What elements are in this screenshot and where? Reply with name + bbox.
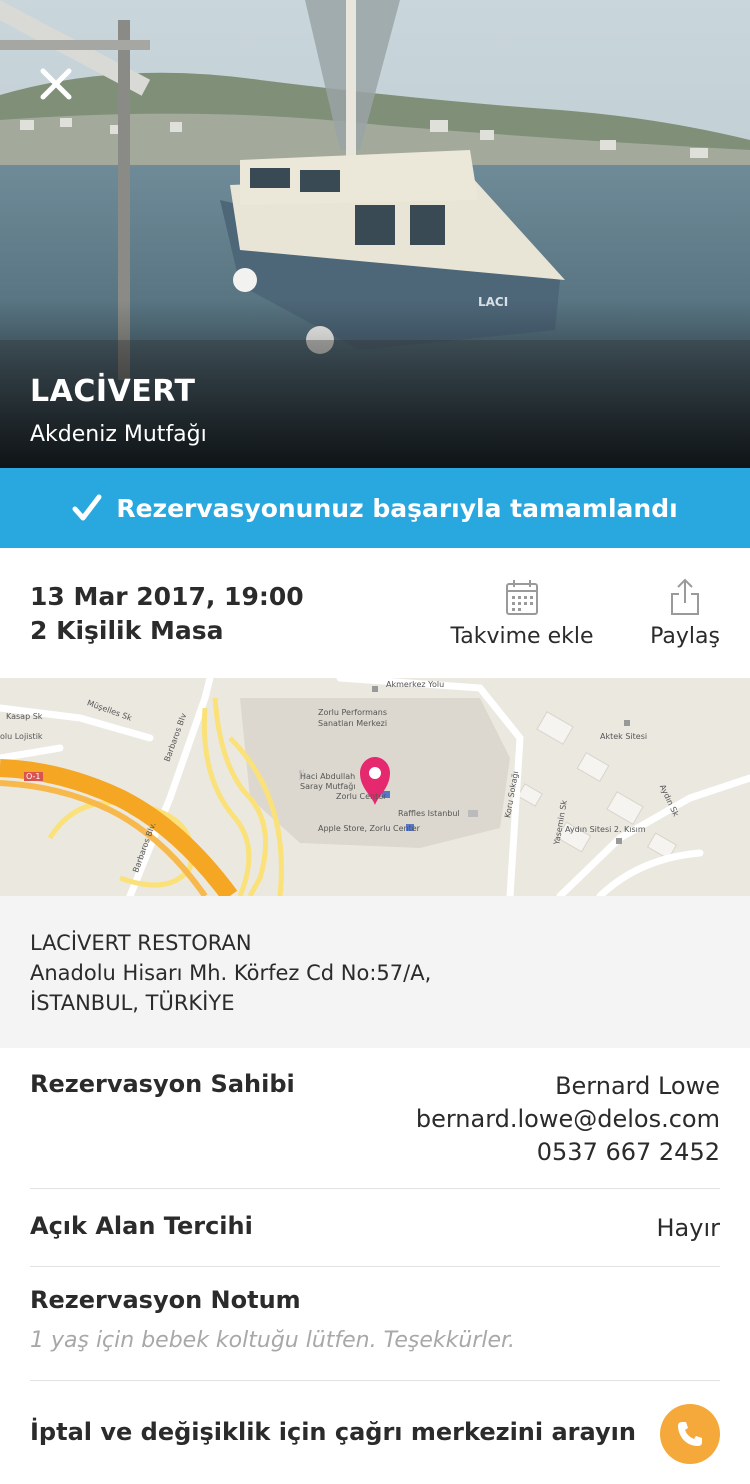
address-city: İSTANBUL, TÜRKİYE (30, 991, 235, 1015)
success-banner: Rezervasyonunuz başarıyla tamamlandı (0, 468, 750, 548)
call-center-label: İptal ve değişiklik için çağrı merkezini… (30, 1418, 636, 1446)
call-button[interactable] (660, 1404, 720, 1464)
call-center-section: İptal ve değişiklik için çağrı merkezini… (30, 1418, 720, 1446)
map-label: O-1 (24, 772, 43, 781)
map-label: Apple Store, Zorlu Center (318, 824, 420, 833)
map-label: Haci Abdullah (300, 772, 356, 781)
owner-label: Rezervasyon Sahibi (30, 1070, 295, 1098)
calendar-icon (506, 580, 538, 615)
map-label: Zorlu Performans (318, 708, 388, 717)
map-label: olu Lojistik (0, 732, 43, 741)
close-icon[interactable] (36, 64, 76, 104)
reservation-datetime: 13 Mar 2017, 19:00 (30, 582, 304, 611)
share-icon (671, 578, 699, 615)
map-label: Kasap Sk (6, 712, 43, 721)
add-to-calendar-label: Takvime ekle (450, 624, 594, 649)
reservation-summary: 13 Mar 2017, 19:00 2 Kişilik Masa Takvim… (0, 548, 750, 678)
map-label: Zorlu Center (336, 792, 387, 801)
map-label: Aktek Sitesi (600, 732, 648, 741)
outdoor-label: Açık Alan Tercihi (30, 1212, 253, 1240)
address-block: LACİVERT RESTORAN Anadolu Hisarı Mh. Kör… (0, 896, 750, 1048)
map-label: Akmerkez Yolu (386, 680, 445, 689)
restaurant-name: LACİVERT (30, 374, 196, 409)
address-street: Anadolu Hisarı Mh. Körfez Cd No:57/A, (30, 961, 432, 985)
restaurant-cuisine: Akdeniz Mutfağı (30, 422, 207, 447)
map-label: Sanatları Merkezi (318, 719, 388, 728)
share-button[interactable]: Paylaş (648, 578, 722, 649)
phone-icon (678, 1422, 702, 1446)
address-name: LACİVERT RESTORAN (30, 931, 252, 955)
map-label: Raffles Istanbul (398, 809, 460, 818)
owner-email: bernard.lowe@delos.com (415, 1105, 720, 1133)
reservation-table: 2 Kişilik Masa (30, 616, 224, 645)
owner-name: Bernard Lowe (555, 1072, 720, 1100)
share-label: Paylaş (650, 624, 720, 649)
map-label: Aydın Sitesi 2. Kısım (565, 825, 646, 834)
reservation-note-section: Rezervasyon Notum 1 yaş için bebek koltu… (30, 1286, 720, 1353)
add-to-calendar-button[interactable]: Takvime ekle (448, 578, 596, 649)
outdoor-preference-section: Açık Alan Tercihi Hayır (30, 1212, 720, 1252)
checkmark-icon (72, 494, 102, 521)
owner-phone: 0537 667 2452 (536, 1138, 720, 1166)
note-text: 1 yaş için bebek koltuğu lütfen. Teşekkü… (30, 1328, 515, 1353)
map-label: Saray Mutfağı (300, 782, 356, 791)
outdoor-value: Hayır (656, 1214, 721, 1242)
divider (30, 1380, 720, 1381)
location-map[interactable]: 🍴 Akmerkez Yolu Zorlu Performans Sanatla… (0, 678, 750, 896)
divider (30, 1266, 720, 1267)
success-message: Rezervasyonunuz başarıyla tamamlandı (116, 493, 678, 523)
restaurant-hero: LACI LACİVERT Akdeniz Mutfağı (0, 0, 750, 468)
note-label: Rezervasyon Notum (30, 1286, 301, 1314)
divider (30, 1188, 720, 1189)
